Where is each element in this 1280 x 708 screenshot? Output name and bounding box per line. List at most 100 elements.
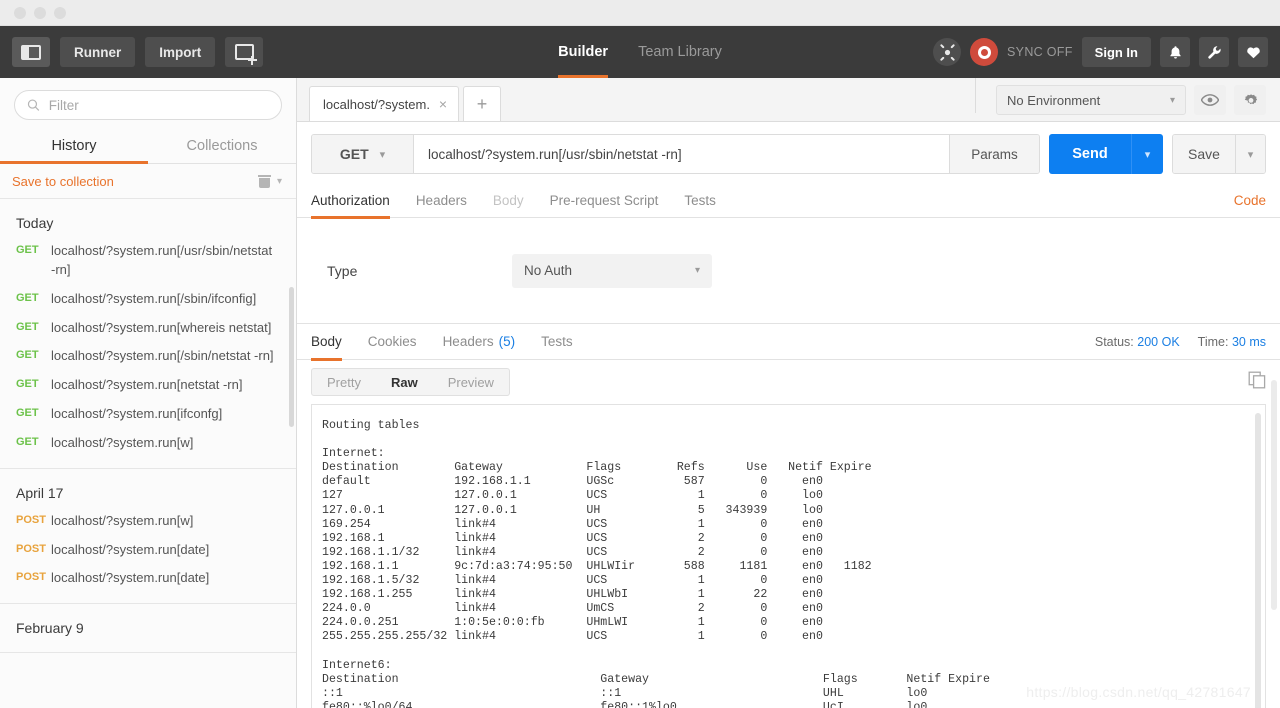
auth-type-label: Type xyxy=(327,262,358,279)
chevron-down-icon[interactable]: ▾ xyxy=(277,176,282,187)
new-window-icon xyxy=(234,44,257,65)
history-item-method: GET xyxy=(16,349,39,362)
trash-icon[interactable] xyxy=(257,175,271,188)
url-row: GET ▾ Params Send ▾ Save xyxy=(297,122,1280,184)
history-item-url: localhost/?system.run[/sbin/netstat -rn] xyxy=(51,348,274,364)
history-item[interactable]: GET localhost/?system.run[netstat -rn] xyxy=(0,371,296,400)
tab-body-label: Body xyxy=(492,193,524,208)
response-body[interactable]: Routing tables Internet: Destination Gat… xyxy=(311,404,1266,708)
chevron-down-icon: ▾ xyxy=(1144,148,1151,161)
content-scrollbar[interactable] xyxy=(1271,380,1277,610)
history-item[interactable]: POST localhost/?system.run[w] xyxy=(0,507,296,536)
plus-icon: + xyxy=(476,93,488,114)
send-options-button[interactable]: ▾ xyxy=(1131,134,1163,174)
response-section-tabs: Body Cookies Headers (5) Tests Status: 2… xyxy=(297,324,1280,361)
params-button[interactable]: Params xyxy=(949,135,1039,173)
header-right-group: SYNC OFF Sign In xyxy=(933,37,1280,67)
save-options-button[interactable]: ▾ xyxy=(1235,135,1265,173)
response-headers-count: (5) xyxy=(498,334,516,349)
sidebar-tab-history[interactable]: History xyxy=(0,130,148,164)
copy-icon xyxy=(1248,371,1266,388)
response-scrollbar[interactable] xyxy=(1255,413,1261,708)
runner-button[interactable]: Runner xyxy=(60,37,136,67)
close-icon[interactable]: × xyxy=(439,96,447,112)
history-item-url: localhost/?system.run[/usr/sbin/netstat … xyxy=(51,243,273,277)
main-area: History Collections Save to collection ▾… xyxy=(0,78,1280,708)
history-item[interactable]: GET localhost/?system.run[/sbin/netstat -… xyxy=(0,342,296,371)
header-tab-builder[interactable]: Builder xyxy=(558,26,608,78)
history-item-url: localhost/?system.run[w] xyxy=(51,512,194,528)
window-minimize-button[interactable] xyxy=(34,6,46,19)
filter-box[interactable] xyxy=(14,90,282,120)
history-item[interactable]: GET localhost/?system.run[/sbin/ifconfig] xyxy=(0,285,296,314)
environment-area: No Environment ▾ xyxy=(996,85,1280,121)
import-button[interactable]: Import xyxy=(145,37,216,67)
history-group-label: February 9 xyxy=(16,620,84,637)
history-list[interactable]: Today GET localhost/?system.run[/usr/sbin/… xyxy=(0,199,296,708)
send-button[interactable]: Send xyxy=(1049,134,1131,174)
history-group: April 17 POST localhost/?system.run[w] POST… xyxy=(0,469,296,605)
view-mode-preview[interactable]: Preview xyxy=(433,369,509,395)
response-tab-cookies[interactable]: Cookies xyxy=(368,324,417,360)
header-tab-builder-label: Builder xyxy=(558,44,609,60)
tab-authorization[interactable]: Authorization xyxy=(311,184,390,219)
response-tab-headers[interactable]: Headers (5) xyxy=(443,324,516,360)
code-link[interactable]: Code xyxy=(1234,193,1266,208)
sidebar-tabs: History Collections xyxy=(0,130,296,164)
response-tab-body[interactable]: Body xyxy=(311,324,342,361)
save-label: Save xyxy=(1188,146,1220,162)
auth-type-selector[interactable]: No Auth ▾ xyxy=(512,253,712,288)
environment-value: No Environment xyxy=(1007,92,1101,108)
copy-response-button[interactable] xyxy=(1248,371,1266,394)
environment-settings-button[interactable] xyxy=(1234,85,1266,115)
response-tab-tests[interactable]: Tests xyxy=(541,324,573,360)
method-selector[interactable]: GET ▾ xyxy=(312,135,414,173)
new-window-button[interactable] xyxy=(225,37,264,67)
sign-in-button[interactable]: Sign In xyxy=(1081,37,1151,67)
tab-pre-request-script[interactable]: Pre-request Script xyxy=(550,184,659,218)
environment-quick-look-button[interactable] xyxy=(1194,85,1226,115)
response-body-toolbar: Pretty Raw Preview xyxy=(297,360,1280,404)
filter-input[interactable] xyxy=(48,97,269,113)
window-close-button[interactable] xyxy=(14,6,26,19)
history-item[interactable]: GET localhost/?system.run[whereis netstat… xyxy=(0,314,296,343)
view-mode-pretty[interactable]: Pretty xyxy=(312,369,376,395)
header-tab-team-library[interactable]: Team Library xyxy=(638,26,722,78)
settings-wrench-icon[interactable] xyxy=(1199,37,1229,67)
tab-tests[interactable]: Tests xyxy=(684,184,716,218)
sync-status-icon[interactable] xyxy=(970,38,999,66)
history-item[interactable]: GET localhost/?system.run[/usr/sbin/netst… xyxy=(0,237,296,285)
save-to-collection-link[interactable]: Save to collection xyxy=(12,174,114,189)
header-tab-team-library-label: Team Library xyxy=(638,44,722,60)
history-item[interactable]: POST localhost/?system.run[date] xyxy=(0,564,296,593)
chevron-down-icon: ▾ xyxy=(379,148,386,161)
history-item[interactable]: GET localhost/?system.run[ifconfg] xyxy=(0,400,296,429)
environment-selector[interactable]: No Environment ▾ xyxy=(996,85,1186,115)
save-button[interactable]: Save xyxy=(1173,135,1235,173)
view-mode-pretty-label: Pretty xyxy=(327,374,361,390)
new-tab-button[interactable]: + xyxy=(463,86,501,121)
sidebar-scrollbar[interactable] xyxy=(289,287,294,427)
url-input[interactable] xyxy=(414,135,949,173)
import-label: Import xyxy=(159,44,202,60)
response-tab-cookies-label: Cookies xyxy=(367,334,417,349)
tab-body[interactable]: Body xyxy=(493,184,524,218)
satellite-icon[interactable] xyxy=(933,38,962,66)
tab-headers[interactable]: Headers xyxy=(416,184,467,218)
history-item[interactable]: GET localhost/?system.run[w] xyxy=(0,429,296,458)
notifications-bell-icon[interactable] xyxy=(1160,37,1190,67)
response-body-text: Routing tables Internet: Destination Gat… xyxy=(322,419,990,708)
history-item[interactable]: POST localhost/?system.run[date] xyxy=(0,536,296,565)
view-mode-raw[interactable]: Raw xyxy=(375,369,433,395)
sidebar-tab-collections-label: Collections xyxy=(186,138,258,154)
gear-icon xyxy=(1244,93,1257,104)
request-tab[interactable]: localhost/?system.ru × xyxy=(309,86,459,121)
window-maximize-button[interactable] xyxy=(54,6,66,19)
history-item-method: GET xyxy=(16,435,39,448)
sidebar-tab-collections[interactable]: Collections xyxy=(148,130,296,163)
sign-in-label: Sign In xyxy=(1094,44,1138,60)
favorites-heart-icon[interactable] xyxy=(1238,37,1268,67)
response-tab-headers-label: Headers xyxy=(442,334,494,349)
tab-tests-label: Tests xyxy=(684,193,716,208)
sidebar-toggle-button[interactable] xyxy=(12,37,50,67)
